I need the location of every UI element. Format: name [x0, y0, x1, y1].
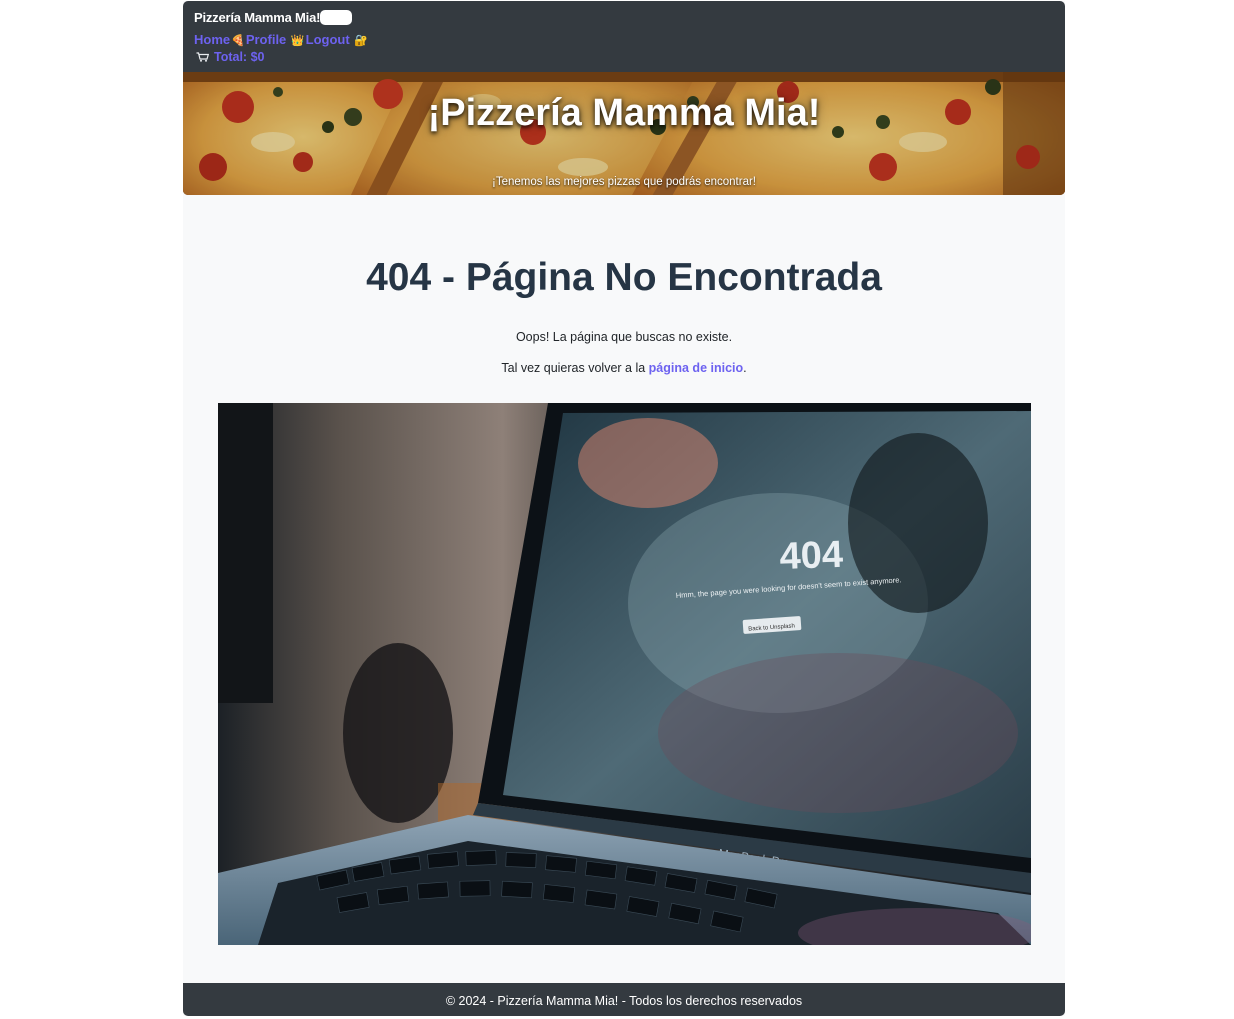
- navbar: Pizzería Mamma Mia! Home🍕Profile 👑Logout…: [183, 1, 1065, 72]
- brand-label: Pizzería Mamma Mia!: [194, 10, 321, 25]
- pizza-slice-icon: 🍕: [231, 35, 245, 47]
- brand-badge: [320, 10, 353, 25]
- hero-subtitle: ¡Tenemos las mejores pizzas que podrás e…: [492, 176, 756, 188]
- laptop-illustration: 404 Hmm, the page you were looking for d…: [218, 403, 1031, 945]
- hero-banner: ¡Pizzería Mamma Mia! ¡Tenemos las mejore…: [183, 72, 1065, 195]
- lock-icon: 🔐: [354, 35, 368, 47]
- nav-links: Home🍕Profile 👑Logout 🔐: [194, 32, 369, 47]
- suggestion-suffix: .: [743, 361, 747, 375]
- cart-total-label[interactable]: Total: $0: [214, 50, 264, 64]
- nav-link-logout[interactable]: Logout: [306, 32, 350, 47]
- error-message: Oops! La página que buscas no existe.: [515, 330, 733, 344]
- nav-link-home[interactable]: Home: [194, 32, 230, 47]
- brand: Pizzería Mamma Mia!: [194, 10, 353, 25]
- footer-text: © 2024 - Pizzería Mamma Mia! - Todos los…: [445, 994, 803, 1008]
- cart-icon: [196, 52, 209, 62]
- app-container: Pizzería Mamma Mia! Home🍕Profile 👑Logout…: [183, 1, 1065, 1016]
- cart-total[interactable]: Total: $0: [196, 50, 264, 64]
- crown-icon: 👑: [290, 35, 305, 47]
- nav-link-profile[interactable]: Profile: [246, 32, 286, 47]
- page-title: 404 - Página No Encontrada: [366, 256, 882, 299]
- hero-title: ¡Pizzería Mamma Mia!: [427, 92, 821, 134]
- suggestion-text: Tal vez quieras volver a la página de in…: [183, 361, 1065, 375]
- laptop-404-image: 404 Hmm, the page you were looking for d…: [218, 403, 1031, 945]
- footer: © 2024 - Pizzería Mamma Mia! - Todos los…: [183, 983, 1065, 1016]
- screen-404-text: 404: [779, 534, 844, 578]
- suggestion-prefix: Tal vez quieras volver a la: [501, 361, 649, 375]
- home-link[interactable]: página de inicio: [649, 361, 743, 375]
